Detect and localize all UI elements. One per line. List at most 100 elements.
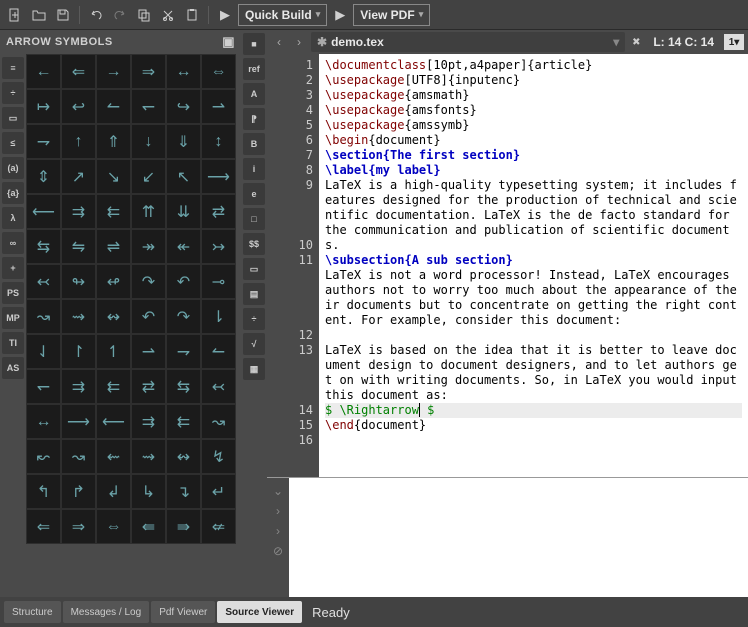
symbol-cell[interactable]: ↳ <box>131 474 166 509</box>
insert-button[interactable]: $$ <box>243 233 265 255</box>
symbol-cell[interactable]: ↯ <box>201 439 236 474</box>
symbol-cell[interactable]: ↠ <box>131 229 166 264</box>
status-tab-pdfviewer[interactable]: Pdf Viewer <box>151 601 215 623</box>
status-tab-messages[interactable]: Messages / Log <box>63 601 150 623</box>
category-button[interactable]: λ <box>2 207 24 229</box>
symbol-cell[interactable]: ↽ <box>26 369 61 404</box>
symbol-cell[interactable]: ↣ <box>201 229 236 264</box>
symbol-cell[interactable]: ⇂ <box>201 299 236 334</box>
symbol-cell[interactable]: ↰ <box>26 474 61 509</box>
stop-icon[interactable]: ⊘ <box>273 544 283 558</box>
code-editor[interactable]: \documentclass[10pt,a4paper]{article} \u… <box>319 54 748 477</box>
symbol-cell[interactable]: ⊸ <box>201 264 236 299</box>
symbol-cell[interactable]: ⇁ <box>166 334 201 369</box>
status-tab-structure[interactable]: Structure <box>4 601 61 623</box>
symbol-cell[interactable]: ↞ <box>166 229 201 264</box>
symbol-cell[interactable]: ⇒ <box>61 509 96 544</box>
symbol-cell[interactable]: ⇈ <box>131 194 166 229</box>
symbol-cell[interactable]: ↢ <box>26 264 61 299</box>
symbol-cell[interactable]: ↷ <box>131 264 166 299</box>
symbol-cell[interactable]: ↢ <box>201 369 236 404</box>
symbol-cell[interactable]: ⟶ <box>201 159 236 194</box>
save-icon[interactable] <box>52 4 74 26</box>
close-tab-icon[interactable]: ✖ <box>629 35 643 49</box>
symbol-cell[interactable]: ↴ <box>166 474 201 509</box>
symbol-cell[interactable]: ↔ <box>26 404 61 439</box>
symbol-cell[interactable]: ⇁ <box>26 124 61 159</box>
symbol-cell[interactable]: ⇀ <box>131 334 166 369</box>
insert-button[interactable]: ▦ <box>243 358 265 380</box>
symbol-cell[interactable]: ↲ <box>96 474 131 509</box>
symbol-cell[interactable]: ↝ <box>201 404 236 439</box>
symbol-cell[interactable]: ⟵ <box>26 194 61 229</box>
symbol-cell[interactable]: ↑ <box>61 124 96 159</box>
symbol-cell[interactable]: ⇑ <box>96 124 131 159</box>
symbol-cell[interactable]: ↼ <box>96 89 131 124</box>
category-button[interactable]: AS <box>2 357 24 379</box>
undo-icon[interactable] <box>85 4 107 26</box>
open-file-icon[interactable] <box>28 4 50 26</box>
insert-button[interactable]: √ <box>243 333 265 355</box>
insert-button[interactable]: A <box>243 83 265 105</box>
symbol-cell[interactable]: ⇚ <box>131 509 166 544</box>
chevron-right-icon[interactable]: › <box>276 504 280 518</box>
symbol-cell[interactable]: ↓ <box>131 124 166 159</box>
quick-build-dropdown[interactable]: Quick Build <box>238 4 327 26</box>
symbol-cell[interactable]: ↝ <box>26 299 61 334</box>
symbol-cell[interactable]: ⇀ <box>201 89 236 124</box>
insert-button[interactable]: ▤ <box>243 283 265 305</box>
file-tab[interactable]: ✱ demo.tex ▾ <box>311 32 625 52</box>
paste-icon[interactable] <box>181 4 203 26</box>
symbol-cell[interactable]: ⇉ <box>61 194 96 229</box>
insert-button[interactable]: e <box>243 183 265 205</box>
symbol-cell[interactable]: ⇇ <box>96 194 131 229</box>
symbol-cell[interactable]: ↫ <box>96 264 131 299</box>
symbol-cell[interactable]: ⇃ <box>26 334 61 369</box>
symbol-cell[interactable]: ↶ <box>166 264 201 299</box>
category-button[interactable]: ▭ <box>2 107 24 129</box>
category-button[interactable]: ≡ <box>2 57 24 79</box>
category-button[interactable]: ≤ <box>2 132 24 154</box>
chevron-down-icon[interactable]: ⌄ <box>273 484 283 498</box>
status-tab-sourceviewer[interactable]: Source Viewer <box>217 601 302 623</box>
symbol-cell[interactable]: ⇓ <box>166 124 201 159</box>
symbol-cell[interactable]: ↶ <box>131 299 166 334</box>
symbol-cell[interactable]: ⇄ <box>131 369 166 404</box>
symbol-cell[interactable]: ⇕ <box>26 159 61 194</box>
symbol-cell[interactable]: ⇋ <box>61 229 96 264</box>
cut-icon[interactable] <box>157 4 179 26</box>
redo-icon[interactable] <box>109 4 131 26</box>
symbol-cell[interactable]: ↼ <box>201 334 236 369</box>
symbol-cell[interactable]: ⇇ <box>96 369 131 404</box>
symbol-cell[interactable]: ↘ <box>96 159 131 194</box>
symbol-cell[interactable]: ↽ <box>131 89 166 124</box>
symbol-cell[interactable]: ↭ <box>96 299 131 334</box>
category-button[interactable]: (a) <box>2 157 24 179</box>
view-pdf-dropdown[interactable]: View PDF <box>353 4 430 26</box>
category-button[interactable]: MP <box>2 307 24 329</box>
symbol-cell[interactable]: ↭ <box>166 439 201 474</box>
symbol-cell[interactable]: ↿ <box>96 334 131 369</box>
symbol-cell[interactable]: ← <box>26 54 61 89</box>
symbol-cell[interactable]: ⇌ <box>96 229 131 264</box>
symbol-cell[interactable]: ⇔ <box>201 54 236 89</box>
view-icon[interactable]: ▶ <box>329 4 351 26</box>
symbol-cell[interactable]: ⇉ <box>131 404 166 439</box>
symbol-cell[interactable]: → <box>96 54 131 89</box>
symbol-cell[interactable]: ⇔ <box>96 509 131 544</box>
symbol-cell[interactable]: ⇐ <box>61 54 96 89</box>
symbol-cell[interactable]: ↵ <box>201 474 236 509</box>
insert-button[interactable]: i <box>243 158 265 180</box>
prev-tab-icon[interactable]: ‹ <box>271 34 287 50</box>
insert-button[interactable]: ÷ <box>243 308 265 330</box>
undock-icon[interactable]: ▣ <box>222 34 235 50</box>
chevron-right-icon[interactable]: › <box>276 524 280 538</box>
symbol-cell[interactable]: ⟵ <box>96 404 131 439</box>
symbol-cell[interactable]: ↷ <box>166 299 201 334</box>
symbol-cell[interactable]: ↝ <box>61 439 96 474</box>
next-tab-icon[interactable]: › <box>291 34 307 50</box>
category-button[interactable]: {a} <box>2 182 24 204</box>
symbol-cell[interactable]: ⇝ <box>131 439 166 474</box>
symbol-cell[interactable]: ↜ <box>26 439 61 474</box>
symbol-cell[interactable]: ⇜ <box>96 439 131 474</box>
